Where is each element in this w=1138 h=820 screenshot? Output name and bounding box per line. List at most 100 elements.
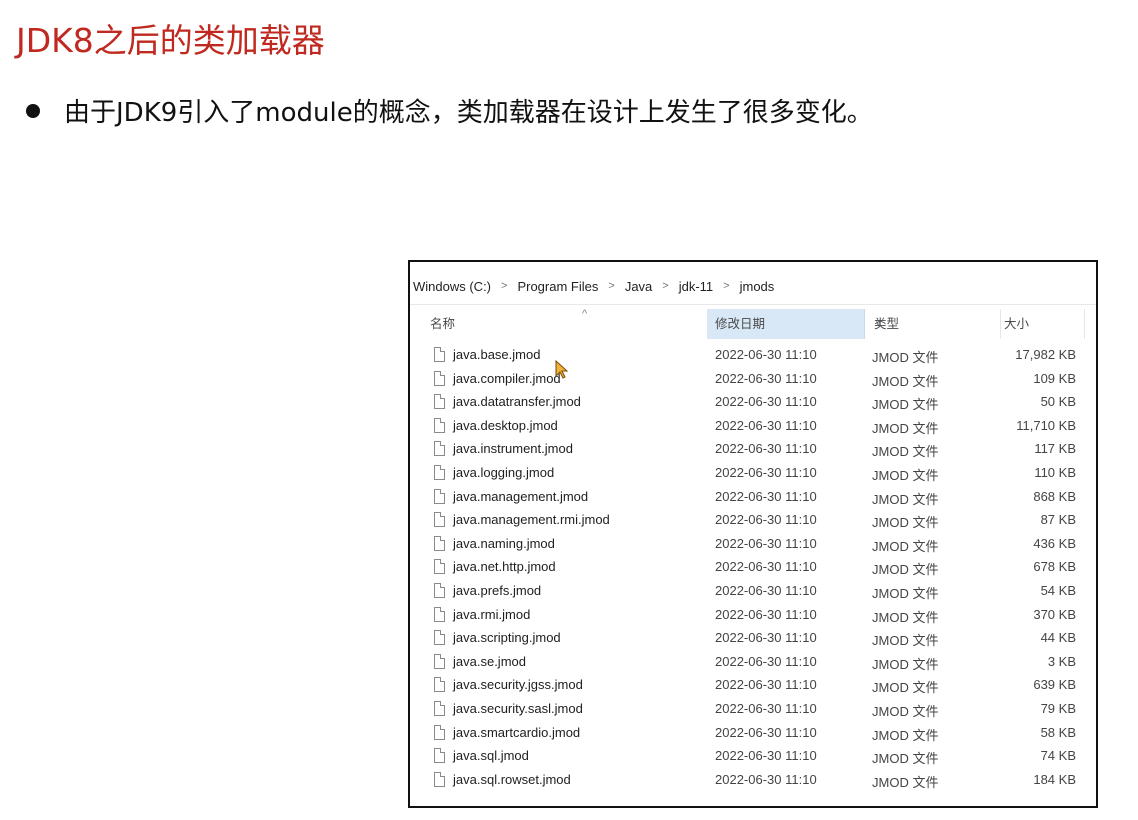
- column-header-name[interactable]: 名称 ^: [430, 308, 700, 339]
- address-divider: [410, 304, 1096, 305]
- file-row[interactable]: java.naming.jmod 2022-06-30 11:10 JMOD 文件 4…: [410, 534, 1096, 558]
- file-size: 50 KB: [1040, 394, 1076, 410]
- file-date: 2022-06-30 11:10: [715, 724, 817, 740]
- breadcrumb-item-jmods[interactable]: jmods: [737, 279, 778, 294]
- column-header-size-label: 大小: [1004, 317, 1030, 331]
- file-row[interactable]: java.smartcardio.jmod 2022-06-30 11:10 JMO…: [410, 723, 1096, 747]
- file-row[interactable]: java.scripting.jmod 2022-06-30 11:10 JMOD …: [410, 628, 1096, 652]
- file-row[interactable]: java.security.sasl.jmod 2022-06-30 11:10 J…: [410, 699, 1096, 723]
- bullet-item: 由于JDK9引入了module的概念，类加载器在设计上发生了很多变化。: [26, 92, 873, 129]
- file-row[interactable]: java.desktop.jmod 2022-06-30 11:10 JMOD 文件…: [410, 416, 1096, 440]
- file-size: 87 KB: [1040, 512, 1076, 528]
- file-type: JMOD 文件: [872, 751, 939, 767]
- breadcrumb-item-program-files[interactable]: Program Files: [514, 279, 601, 294]
- file-name[interactable]: java.sql.rowset.jmod: [453, 772, 571, 787]
- file-size: 17,982 KB: [1015, 347, 1076, 362]
- file-type: JMOD 文件: [872, 491, 939, 507]
- mouse-cursor-icon: [555, 360, 569, 379]
- file-row[interactable]: java.datatransfer.jmod 2022-06-30 11:10 JM…: [410, 392, 1096, 416]
- file-row[interactable]: java.compiler.jmod 2022-06-30 11:10 JMOD 文…: [410, 369, 1096, 393]
- file-type: JMOD 文件: [872, 538, 939, 554]
- column-header-date-label: 修改日期: [715, 317, 766, 331]
- chevron-right-icon[interactable]: >: [655, 280, 675, 292]
- file-row[interactable]: java.security.jgss.jmod 2022-06-30 11:10 J…: [410, 675, 1096, 699]
- file-size: 44 KB: [1040, 630, 1076, 646]
- chevron-right-icon[interactable]: >: [494, 280, 514, 292]
- file-date: 2022-06-30 11:10: [715, 582, 817, 598]
- file-row[interactable]: java.instrument.jmod 2022-06-30 11:10 JMOD…: [410, 439, 1096, 463]
- file-date: 2022-06-30 11:10: [715, 653, 817, 669]
- file-name[interactable]: java.prefs.jmod: [453, 583, 541, 598]
- file-name[interactable]: java.compiler.jmod: [453, 371, 561, 386]
- file-date: 2022-06-30 11:10: [715, 488, 817, 504]
- file-size: 74 KB: [1040, 748, 1076, 764]
- file-row[interactable]: java.logging.jmod 2022-06-30 11:10 JMOD 文件…: [410, 463, 1096, 487]
- file-name[interactable]: java.net.http.jmod: [453, 559, 556, 574]
- column-header-name-label: 名称: [430, 317, 456, 331]
- file-name[interactable]: java.rmi.jmod: [453, 607, 530, 622]
- file-type: JMOD 文件: [872, 373, 939, 389]
- file-name[interactable]: java.security.jgss.jmod: [453, 677, 583, 692]
- file-icon: [434, 488, 445, 504]
- breadcrumb-item-jdk[interactable]: jdk-11: [676, 279, 716, 294]
- file-type: JMOD 文件: [872, 774, 939, 790]
- file-size: 79 KB: [1040, 700, 1076, 716]
- file-name[interactable]: java.base.jmod: [453, 347, 540, 362]
- file-date: 2022-06-30 11:10: [715, 559, 817, 575]
- file-type: JMOD 文件: [872, 727, 939, 743]
- column-header-type[interactable]: 类型: [872, 309, 1001, 339]
- file-row[interactable]: java.sql.rowset.jmod 2022-06-30 11:10 JMOD…: [410, 770, 1096, 794]
- file-type: JMOD 文件: [872, 467, 939, 483]
- file-name[interactable]: java.scripting.jmod: [453, 630, 561, 645]
- file-size: 110 KB: [1034, 464, 1076, 480]
- file-row[interactable]: java.se.jmod 2022-06-30 11:10 JMOD 文件 3 KB: [410, 652, 1096, 676]
- column-header-size[interactable]: 大小: [1004, 309, 1085, 339]
- file-row[interactable]: java.rmi.jmod 2022-06-30 11:10 JMOD 文件 370 …: [410, 605, 1096, 629]
- file-size: 109 KB: [1033, 370, 1076, 386]
- file-name[interactable]: java.logging.jmod: [453, 465, 554, 480]
- breadcrumb-item-java[interactable]: Java: [622, 279, 655, 294]
- file-size: 54 KB: [1040, 582, 1076, 598]
- file-icon: [434, 512, 445, 528]
- file-row[interactable]: java.prefs.jmod 2022-06-30 11:10 JMOD 文件 54…: [410, 581, 1096, 605]
- file-date: 2022-06-30 11:10: [715, 370, 817, 386]
- file-type: JMOD 文件: [872, 703, 939, 719]
- file-row[interactable]: java.sql.jmod 2022-06-30 11:10 JMOD 文件 74 K…: [410, 746, 1096, 770]
- file-name[interactable]: java.desktop.jmod: [453, 418, 558, 433]
- file-name[interactable]: java.security.sasl.jmod: [453, 701, 583, 716]
- file-name[interactable]: java.instrument.jmod: [453, 441, 573, 456]
- file-icon: [434, 464, 445, 480]
- column-header-date[interactable]: 修改日期 ∨: [707, 309, 882, 339]
- file-icon: [434, 394, 445, 410]
- file-type: JMOD 文件: [872, 420, 939, 436]
- file-date: 2022-06-30 11:10: [715, 441, 817, 457]
- file-date: 2022-06-30 11:10: [715, 677, 817, 693]
- file-name[interactable]: java.smartcardio.jmod: [453, 725, 580, 740]
- file-name[interactable]: java.naming.jmod: [453, 536, 555, 551]
- file-name[interactable]: java.management.rmi.jmod: [453, 512, 610, 527]
- file-size: 678 KB: [1033, 559, 1076, 575]
- file-name[interactable]: java.sql.jmod: [453, 748, 529, 763]
- column-header-row: 名称 ^ 修改日期 ∨ 类型 大小: [410, 308, 1096, 339]
- file-row[interactable]: java.net.http.jmod 2022-06-30 11:10 JMOD 文…: [410, 557, 1096, 581]
- file-date: 2022-06-30 11:10: [715, 464, 817, 480]
- file-name[interactable]: java.management.jmod: [453, 489, 588, 504]
- file-row[interactable]: java.management.rmi.jmod 2022-06-30 11:10…: [410, 510, 1096, 534]
- chevron-right-icon[interactable]: >: [716, 280, 736, 292]
- file-type: JMOD 文件: [872, 444, 939, 460]
- file-size: 868 KB: [1033, 488, 1076, 504]
- chevron-right-icon[interactable]: >: [601, 280, 621, 292]
- file-icon: [434, 417, 445, 433]
- file-row[interactable]: java.management.jmod 2022-06-30 11:10 JMOD…: [410, 487, 1096, 511]
- file-name[interactable]: java.se.jmod: [453, 654, 526, 669]
- file-row[interactable]: java.base.jmod 2022-06-30 11:10 JMOD 文件 17,…: [410, 345, 1096, 369]
- file-date: 2022-06-30 11:10: [715, 347, 817, 362]
- file-icon: [434, 535, 445, 551]
- file-size: 117 KB: [1034, 441, 1076, 457]
- file-icon: [434, 724, 445, 740]
- file-type: JMOD 文件: [872, 515, 939, 531]
- file-name[interactable]: java.datatransfer.jmod: [453, 394, 581, 409]
- file-size: 370 KB: [1033, 606, 1076, 622]
- breadcrumb-item-drive[interactable]: Windows (C:): [410, 279, 494, 294]
- file-date: 2022-06-30 11:10: [715, 512, 817, 528]
